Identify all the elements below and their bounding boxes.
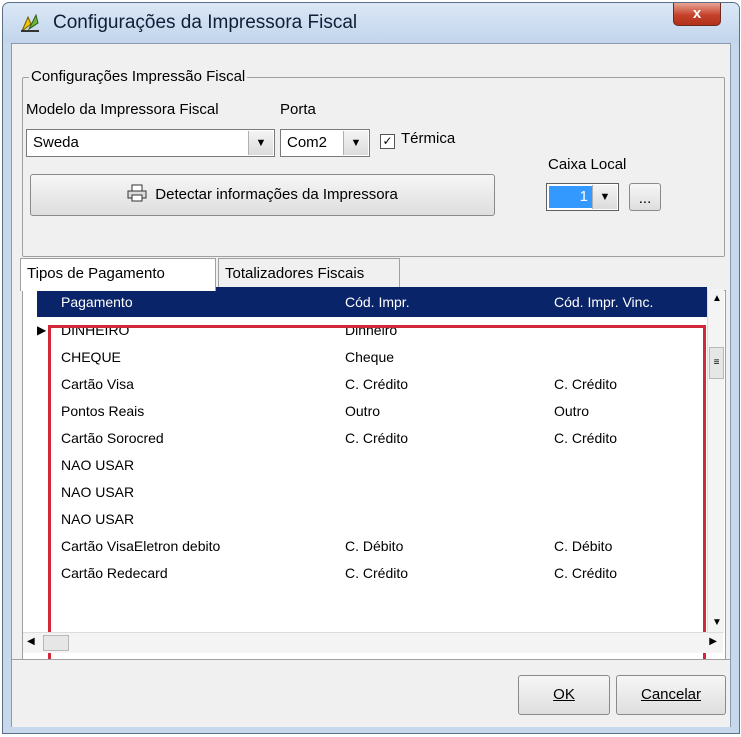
window-title: Configurações da Impressora Fiscal [53,12,358,33]
caixa-local-value: 1 [549,186,592,208]
port-label: Porta [280,101,316,118]
column-header-cod-impr[interactable]: Cód. Impr. [345,287,410,317]
model-label: Modelo da Impressora Fiscal [26,101,219,118]
chevron-down-icon[interactable]: ▼ [592,185,617,209]
dialog-footer: OK Cancelar [12,659,730,727]
tab-totalizadores-fiscais[interactable]: Totalizadores Fiscais [218,258,400,288]
grid-header: Pagamento Cód. Impr. Cód. Impr. Vinc. [37,287,707,317]
printer-icon [127,184,147,202]
dialog-window: Configurações da Impressora Fiscal x Con… [2,2,740,734]
scroll-thumb[interactable]: ≡ [709,347,724,379]
column-header-cod-impr-vinc[interactable]: Cód. Impr. Vinc. [554,287,653,317]
scroll-left-icon[interactable]: ◀ [27,636,35,647]
cancel-button[interactable]: Cancelar [616,675,726,715]
scroll-up-icon[interactable]: ▲ [712,293,722,304]
detect-printer-button[interactable]: Detectar informações da Impressora [30,174,495,216]
thermal-label: Térmica [401,130,456,147]
column-header-pagamento[interactable]: Pagamento [61,287,133,317]
thermal-checkbox[interactable]: ✓ [380,134,395,149]
close-button[interactable]: x [673,3,721,26]
model-select[interactable]: Sweda ▼ [26,129,275,157]
hscroll-thumb[interactable] [43,635,69,651]
caixa-local-label: Caixa Local [548,156,627,173]
port-select-value: Com2 [287,134,328,151]
highlight-frame [48,325,706,665]
group-legend: Configurações Impressão Fiscal [29,68,248,85]
dialog-client-area: Configurações Impressão Fiscal Modelo da… [11,43,731,727]
caixa-local-select[interactable]: 1 ▼ [546,183,619,211]
tab-tipos-de-pagamento[interactable]: Tipos de Pagamento [20,258,216,291]
port-select[interactable]: Com2 ▼ [280,129,370,157]
app-icon [21,13,39,32]
model-select-value: Sweda [33,134,79,151]
current-row-indicator: ▶ [37,323,47,337]
detect-printer-label: Detectar informações da Impressora [155,186,398,203]
scroll-down-icon[interactable]: ▼ [712,617,722,628]
tab-strip: Tipos de Pagamento Totalizadores Fiscais [12,258,730,291]
title-bar[interactable]: Configurações da Impressora Fiscal x [3,3,739,43]
chevron-down-icon[interactable]: ▼ [343,131,368,155]
scroll-right-icon[interactable]: ▶ [709,636,717,647]
vertical-scrollbar[interactable]: ▲ ≡ ▼ [707,289,724,634]
ok-button[interactable]: OK [518,675,610,715]
horizontal-scrollbar[interactable]: ◀ ▶ [23,632,723,653]
chevron-down-icon[interactable]: ▼ [248,131,273,155]
more-options-button[interactable]: ... [629,183,661,211]
